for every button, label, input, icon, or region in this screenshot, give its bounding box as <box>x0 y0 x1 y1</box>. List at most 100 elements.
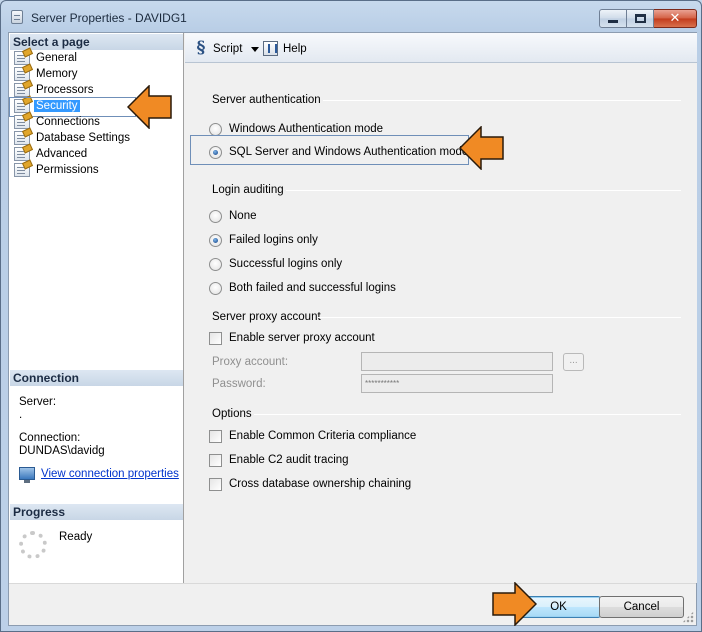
audit-failed-label: Failed logins only <box>229 234 318 246</box>
toolbar: § Script Help <box>185 33 697 63</box>
proxy-account-input[interactable] <box>361 352 553 371</box>
page-icon <box>14 131 30 145</box>
title-bar[interactable]: Server Properties - DAVIDG1 ✕ <box>1 1 701 33</box>
page-icon <box>14 51 30 65</box>
password-input[interactable]: *********** <box>361 374 553 393</box>
audit-none-radio[interactable]: None <box>209 208 257 224</box>
server-label: Server: <box>19 396 57 408</box>
page-item-general[interactable]: General <box>11 50 183 66</box>
help-label: Help <box>283 42 307 55</box>
audit-both-radio[interactable]: Both failed and successful logins <box>209 280 396 296</box>
dialog-client: Select a page General Memory Processors … <box>8 32 697 626</box>
page-label: Connections <box>36 116 100 128</box>
radio-button[interactable] <box>209 281 222 295</box>
radio-button[interactable] <box>209 122 222 136</box>
page-icon <box>14 99 30 113</box>
radio-button[interactable] <box>209 233 222 247</box>
common-criteria-label: Enable Common Criteria compliance <box>229 430 417 442</box>
common-criteria-checkbox[interactable]: Enable Common Criteria compliance <box>209 428 416 444</box>
audit-successful-radio[interactable]: Successful logins only <box>209 256 342 272</box>
page-label: Permissions <box>36 164 99 176</box>
proxy-account-label: Proxy account: <box>212 356 289 368</box>
callout-arrow-icon <box>459 126 505 170</box>
connection-details: Server: . Connection: DUNDAS\davidg <box>19 396 179 458</box>
radio-button[interactable] <box>209 145 222 159</box>
connection-properties-icon <box>19 467 35 483</box>
connection-value: DUNDAS\davidg <box>19 445 105 457</box>
checkbox[interactable] <box>209 453 222 467</box>
minimize-icon <box>608 20 618 23</box>
progress-spinner-icon <box>19 531 47 559</box>
connection-header: Connection <box>10 370 183 386</box>
page-item-memory[interactable]: Memory <box>11 66 183 82</box>
windows-auth-label: Windows Authentication mode <box>229 123 384 135</box>
callout-arrow-icon <box>127 85 173 129</box>
page-label: Memory <box>36 68 78 80</box>
script-button[interactable]: § Script <box>193 37 260 58</box>
page-icon <box>14 67 30 81</box>
select-page-header: Select a page <box>10 34 183 50</box>
help-icon <box>263 41 278 56</box>
button-bar: OK Cancel <box>9 583 696 625</box>
page-icon <box>14 147 30 161</box>
password-label: Password: <box>212 378 266 390</box>
audit-none-label: None <box>229 210 257 222</box>
cancel-button[interactable]: Cancel <box>599 596 684 618</box>
progress-header: Progress <box>10 504 183 520</box>
login-auditing-title: Login auditing <box>212 184 284 196</box>
chevron-down-icon[interactable] <box>251 47 260 52</box>
page-icon <box>14 83 30 97</box>
radio-button[interactable] <box>209 257 222 271</box>
close-button[interactable]: ✕ <box>654 9 697 28</box>
callout-arrow-icon <box>491 582 537 626</box>
page-label: General <box>36 52 77 64</box>
server-authentication-title: Server authentication <box>212 94 321 106</box>
maximize-button[interactable] <box>627 9 654 28</box>
view-connection-properties-link[interactable]: View connection properties <box>19 467 179 483</box>
page-icon <box>14 115 30 129</box>
windows-auth-radio[interactable]: Windows Authentication mode <box>209 121 383 137</box>
audit-failed-radio[interactable]: Failed logins only <box>209 232 318 248</box>
group-divider <box>286 190 681 191</box>
group-divider <box>323 100 681 101</box>
script-label: Script <box>213 42 243 55</box>
checkbox[interactable] <box>209 429 222 443</box>
view-connection-properties-label: View connection properties <box>41 467 179 480</box>
progress-status: Ready <box>59 531 93 543</box>
radio-button[interactable] <box>209 209 222 223</box>
cross-db-chaining-label: Cross database ownership chaining <box>229 478 412 490</box>
checkbox[interactable] <box>209 477 222 491</box>
page-item-database-settings[interactable]: Database Settings <box>11 130 183 146</box>
window-title: Server Properties - DAVIDG1 <box>31 11 187 25</box>
mixed-auth-radio[interactable]: SQL Server and Windows Authentication mo… <box>209 144 468 160</box>
options-title: Options <box>212 408 252 420</box>
audit-successful-label: Successful logins only <box>229 258 343 270</box>
c2-audit-label: Enable C2 audit tracing <box>229 454 349 466</box>
close-icon: ✕ <box>669 11 681 26</box>
dialog-window: Server Properties - DAVIDG1 ✕ Select a p… <box>0 0 702 632</box>
browse-proxy-button[interactable]: ... <box>563 353 584 371</box>
server-value: . <box>19 409 23 421</box>
group-divider <box>318 317 681 318</box>
page-item-permissions[interactable]: Permissions <box>11 162 183 178</box>
server-icon <box>11 10 23 24</box>
maximize-icon <box>634 14 646 23</box>
progress-area: Ready <box>19 531 92 559</box>
page-label: Processors <box>36 84 94 96</box>
minimize-button[interactable] <box>599 9 627 28</box>
enable-proxy-label: Enable server proxy account <box>229 332 375 344</box>
page-icon <box>14 163 30 177</box>
audit-both-label: Both failed and successful logins <box>229 282 396 294</box>
script-icon: § <box>196 37 206 58</box>
c2-audit-checkbox[interactable]: Enable C2 audit tracing <box>209 452 349 468</box>
page-label: Security <box>34 100 80 112</box>
page-item-advanced[interactable]: Advanced <box>11 146 183 162</box>
page-label: Database Settings <box>36 132 130 144</box>
page-label: Advanced <box>36 148 88 160</box>
enable-proxy-checkbox[interactable]: Enable server proxy account <box>209 330 375 346</box>
right-pane: § Script Help Server authentication Wind… <box>185 33 697 583</box>
group-divider <box>254 414 681 415</box>
checkbox[interactable] <box>209 331 222 345</box>
help-button[interactable]: Help <box>263 40 307 57</box>
cross-db-chaining-checkbox[interactable]: Cross database ownership chaining <box>209 476 411 492</box>
